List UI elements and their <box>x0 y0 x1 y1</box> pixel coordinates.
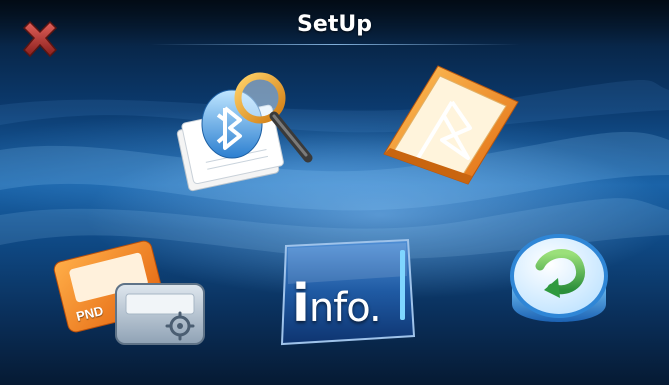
reset-button[interactable] <box>500 230 618 340</box>
page-title: SetUp <box>297 12 372 37</box>
bluetooth-phonebook-button[interactable] <box>378 62 528 187</box>
reset-icon <box>510 234 608 322</box>
bluetooth-search-icon <box>176 72 313 192</box>
pnd-settings-icon <box>53 240 205 345</box>
setup-screen: SetUp PND info. <box>0 0 669 385</box>
bluetooth-search-button[interactable] <box>170 60 320 195</box>
title-underline <box>150 44 520 45</box>
info-label: info. <box>292 274 382 334</box>
info-button[interactable]: info. <box>276 236 418 348</box>
close-icon[interactable] <box>18 18 62 62</box>
info-label-rest: nfo. <box>308 285 382 331</box>
pnd-settings-button[interactable]: PND <box>52 232 212 352</box>
bluetooth-folder-icon <box>383 65 519 185</box>
info-label-i: i <box>292 274 310 334</box>
